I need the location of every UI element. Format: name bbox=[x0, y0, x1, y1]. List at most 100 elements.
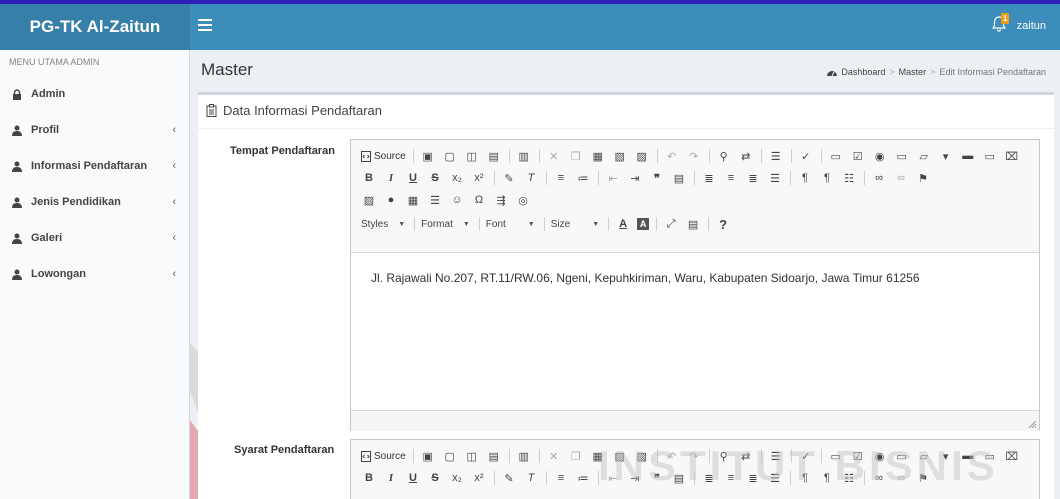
bulleted-list-icon[interactable]: ≔ bbox=[575, 470, 591, 486]
sidebar-toggle-icon[interactable] bbox=[198, 17, 212, 33]
copy-format-icon[interactable]: ✎ bbox=[501, 470, 517, 486]
bg-color-icon[interactable]: A bbox=[637, 218, 650, 230]
flash-icon[interactable]: ● bbox=[383, 192, 399, 208]
copy-icon[interactable]: ❐ bbox=[568, 448, 584, 464]
italic-icon[interactable]: I bbox=[383, 470, 399, 486]
textarea-icon[interactable]: ▱ bbox=[916, 148, 932, 164]
copy-format-icon[interactable]: ✎ bbox=[501, 170, 517, 186]
superscript-icon[interactable]: x² bbox=[471, 170, 487, 186]
indent-icon[interactable]: ⇥ bbox=[627, 170, 643, 186]
source-button[interactable]: Source bbox=[361, 150, 406, 162]
cut-icon[interactable]: ✕ bbox=[546, 448, 562, 464]
outdent-icon[interactable]: ⇤ bbox=[605, 170, 621, 186]
justify-icon[interactable]: ☰ bbox=[767, 170, 783, 186]
breadcrumb-master[interactable]: Master bbox=[899, 67, 927, 77]
align-center-icon[interactable]: ≡ bbox=[723, 170, 739, 186]
print-icon[interactable]: ▤ bbox=[486, 448, 502, 464]
cut-icon[interactable]: ✕ bbox=[546, 148, 562, 164]
templates-icon[interactable]: ▥ bbox=[516, 448, 532, 464]
ltr-icon[interactable]: ¶ bbox=[797, 170, 813, 186]
hidden-field-icon[interactable]: ⌧ bbox=[1004, 148, 1020, 164]
notification-bell[interactable]: 1 bbox=[991, 13, 1010, 38]
paste-text-icon[interactable]: ▧ bbox=[612, 148, 628, 164]
preview-icon[interactable]: ◫ bbox=[464, 148, 480, 164]
sidebar-item-profil[interactable]: Profil ‹ bbox=[0, 112, 190, 148]
preview-icon[interactable]: ◫ bbox=[464, 448, 480, 464]
smiley-icon[interactable]: ☺ bbox=[449, 192, 465, 208]
button-field-icon[interactable]: ▬ bbox=[960, 148, 976, 164]
iframe-icon[interactable]: ◎ bbox=[515, 192, 531, 208]
sidebar-item-galeri[interactable]: Galeri ‹ bbox=[0, 220, 190, 256]
sidebar-item-admin[interactable]: Admin bbox=[0, 76, 190, 112]
find-icon[interactable]: ⚲ bbox=[716, 148, 732, 164]
paste-icon[interactable]: ▦ bbox=[590, 148, 606, 164]
bulleted-list-icon[interactable]: ≔ bbox=[575, 170, 591, 186]
breadcrumb-dashboard[interactable]: Dashboard bbox=[841, 67, 885, 77]
page-break-icon[interactable]: ⇶ bbox=[493, 192, 509, 208]
styles-dropdown[interactable]: Styles ▼ bbox=[361, 219, 405, 230]
superscript-icon[interactable]: x² bbox=[471, 470, 487, 486]
underline-icon[interactable]: U bbox=[405, 470, 421, 486]
horizontal-line-icon[interactable]: ☰ bbox=[427, 192, 443, 208]
radio-icon[interactable]: ◉ bbox=[872, 148, 888, 164]
text-color-icon[interactable]: A bbox=[615, 216, 631, 232]
help-icon[interactable]: ? bbox=[715, 216, 731, 232]
align-left-icon[interactable]: ≣ bbox=[701, 170, 717, 186]
font-dropdown[interactable]: Font ▼ bbox=[486, 219, 535, 230]
align-right-icon[interactable]: ≣ bbox=[745, 170, 761, 186]
unlink-icon[interactable]: ∞ bbox=[893, 170, 909, 186]
select-all-icon[interactable]: ☰ bbox=[768, 148, 784, 164]
sidebar-item-lowongan[interactable]: Lowongan ‹ bbox=[0, 256, 190, 292]
image-icon[interactable]: ▨ bbox=[361, 192, 377, 208]
save-icon[interactable]: ▣ bbox=[420, 148, 436, 164]
bold-icon[interactable]: B bbox=[361, 470, 377, 486]
special-char-icon[interactable]: Ω bbox=[471, 192, 487, 208]
numbered-list-icon[interactable]: ≡ bbox=[553, 470, 569, 486]
textfield-icon[interactable]: ▭ bbox=[894, 148, 910, 164]
rtl-icon[interactable]: ¶ bbox=[819, 170, 835, 186]
underline-icon[interactable]: U bbox=[405, 170, 421, 186]
remove-format-icon[interactable]: T bbox=[523, 170, 539, 186]
form-icon[interactable]: ▭ bbox=[828, 148, 844, 164]
table-icon[interactable]: ▦ bbox=[405, 192, 421, 208]
sidebar-item-jenis-pendidikan[interactable]: Jenis Pendidikan ‹ bbox=[0, 184, 190, 220]
numbered-list-icon[interactable]: ≡ bbox=[553, 170, 569, 186]
paste-word-icon[interactable]: ▨ bbox=[634, 148, 650, 164]
strikethrough-icon[interactable]: S bbox=[427, 470, 443, 486]
strikethrough-icon[interactable]: S bbox=[427, 170, 443, 186]
language-icon[interactable]: ☷ bbox=[841, 170, 857, 186]
maximize-icon[interactable]: ⤢ bbox=[663, 216, 679, 232]
hidden-field-icon[interactable]: ⌧ bbox=[1004, 448, 1020, 464]
source-button[interactable]: Source bbox=[361, 450, 406, 462]
editor-content-area[interactable]: Jl. Rajawali No.207, RT.11/RW.06, Ngeni,… bbox=[351, 252, 1039, 410]
new-page-icon[interactable]: ▢ bbox=[442, 148, 458, 164]
sidebar-item-informasi-pendaftaran[interactable]: Informasi Pendaftaran ‹ bbox=[0, 148, 190, 184]
anchor-icon[interactable]: ⚑ bbox=[915, 170, 931, 186]
redo-icon[interactable]: ↷ bbox=[686, 148, 702, 164]
app-logo[interactable]: PG-TK Al-Zaitun bbox=[0, 4, 190, 50]
replace-icon[interactable]: ⇄ bbox=[738, 148, 754, 164]
subscript-icon[interactable]: x₂ bbox=[449, 170, 465, 186]
user-menu[interactable]: zaitun bbox=[1017, 20, 1046, 32]
templates-icon[interactable]: ▥ bbox=[516, 148, 532, 164]
subscript-icon[interactable]: x₂ bbox=[449, 470, 465, 486]
image-button-icon[interactable]: ▭ bbox=[982, 148, 998, 164]
resize-handle-icon[interactable] bbox=[1029, 421, 1036, 428]
rich-text-editor-tempat[interactable]: Source ▣ ▢ ◫ ▤ ▥ ✕ ❐ ▦ ▧ ▨ ↶ ↷ ⚲ ⇄ ☰ ✓ ▭… bbox=[350, 139, 1040, 431]
save-icon[interactable]: ▣ bbox=[420, 448, 436, 464]
checkbox-icon[interactable]: ☑ bbox=[850, 148, 866, 164]
select-field-icon[interactable]: ▾ bbox=[938, 148, 954, 164]
new-page-icon[interactable]: ▢ bbox=[442, 448, 458, 464]
show-blocks-icon[interactable]: ▤ bbox=[685, 216, 701, 232]
link-icon[interactable]: ∞ bbox=[871, 170, 887, 186]
div-container-icon[interactable]: ▤ bbox=[671, 170, 687, 186]
bold-icon[interactable]: B bbox=[361, 170, 377, 186]
copy-icon[interactable]: ❐ bbox=[568, 148, 584, 164]
blockquote-icon[interactable]: ❞ bbox=[649, 170, 665, 186]
remove-format-icon[interactable]: T bbox=[523, 470, 539, 486]
size-dropdown[interactable]: Size ▼ bbox=[551, 219, 599, 230]
undo-icon[interactable]: ↶ bbox=[664, 148, 680, 164]
spellcheck-icon[interactable]: ✓ bbox=[798, 148, 814, 164]
print-icon[interactable]: ▤ bbox=[486, 148, 502, 164]
italic-icon[interactable]: I bbox=[383, 170, 399, 186]
